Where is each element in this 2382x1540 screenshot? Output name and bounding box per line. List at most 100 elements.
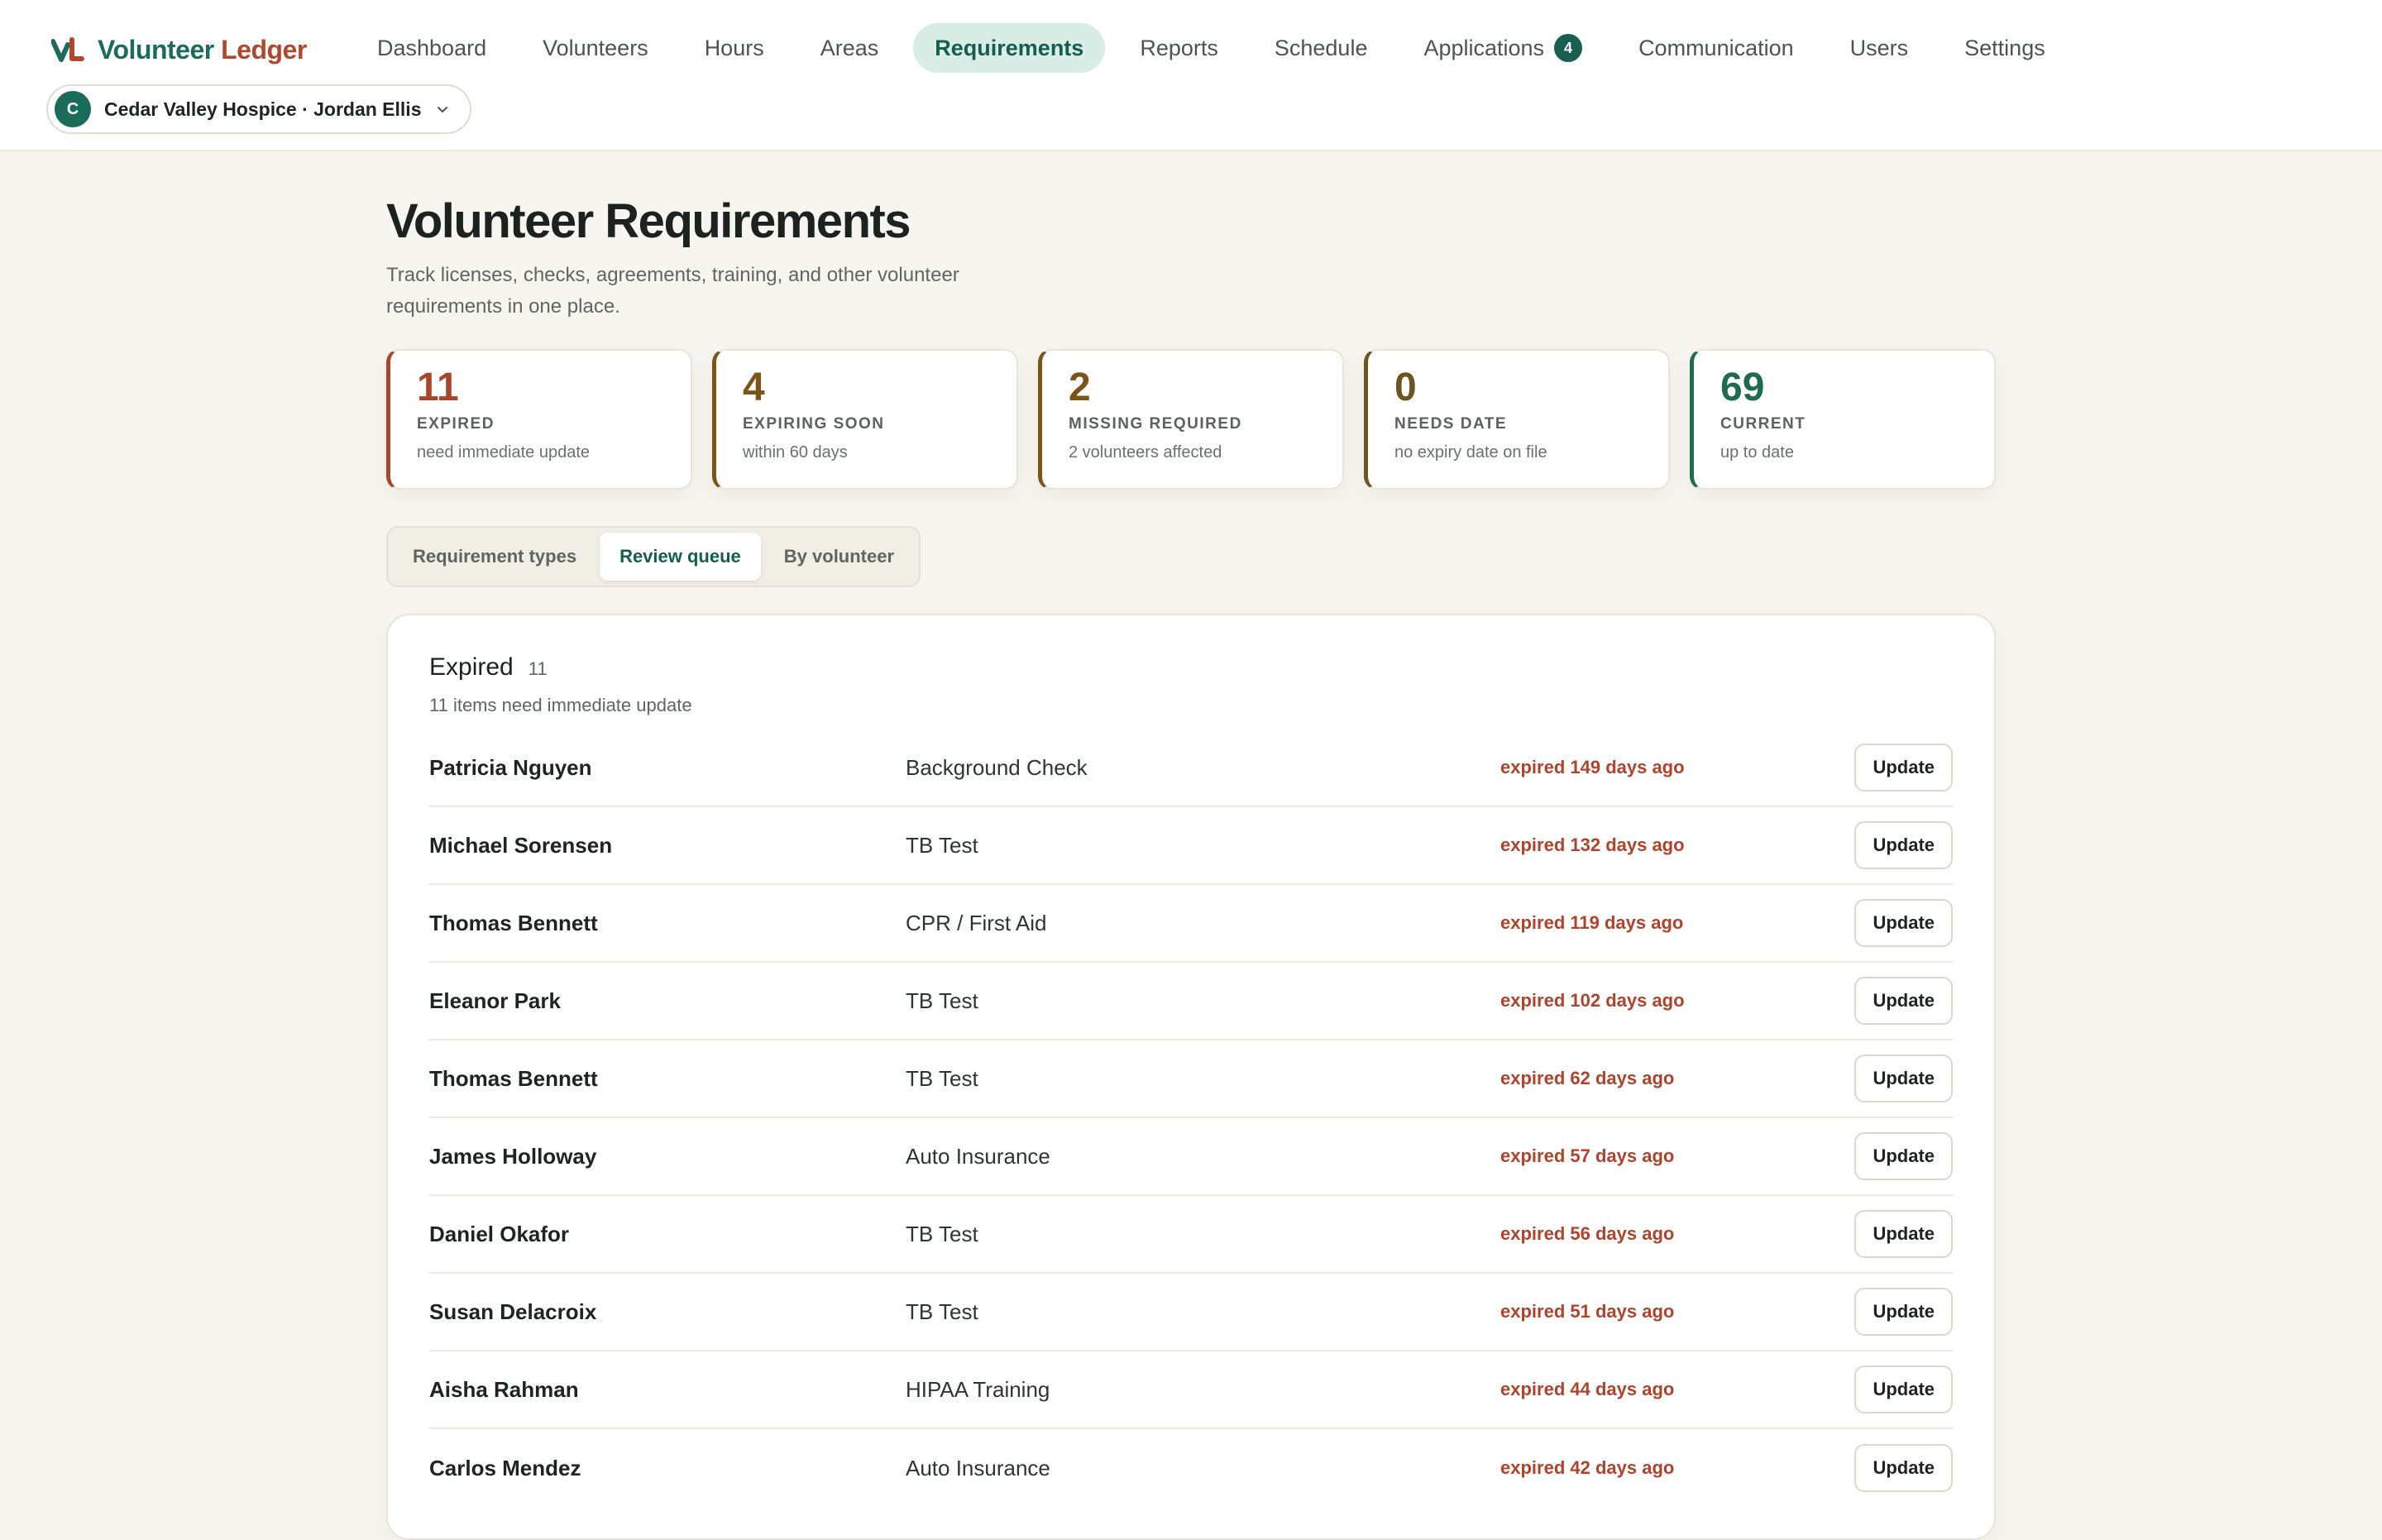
volunteer-name[interactable]: Thomas Bennett [429,1066,598,1092]
brand-name-part2: Ledger [221,34,307,65]
update-button[interactable]: Update [1854,1288,1953,1336]
update-button[interactable]: Update [1854,1132,1953,1180]
nav-item-label: Applications [1423,35,1545,60]
summary-stats: 11 EXPIRED need immediate update 4 EXPIRING … [386,349,1996,490]
expiry-status: expired 56 days ago [1500,1223,1675,1244]
update-button[interactable]: Update [1854,977,1953,1025]
table-row: Thomas Bennett TB Test expired 62 days ago… [429,1040,1953,1118]
requirement-name: Background Check [906,754,1088,780]
stat-description: 2 volunteers affected [1069,443,1222,462]
requirement-list: Patricia Nguyen Background Check expired 1… [429,729,1953,1507]
table-row: Carlos Mendez Auto Insurance expired 42 da… [429,1429,1953,1507]
expiry-status: expired 51 days ago [1500,1301,1675,1322]
requirement-name: HIPAA Training [906,1376,1050,1402]
stat-description: within 60 days [743,443,848,462]
volunteer-name[interactable]: Susan Delacroix [429,1299,596,1325]
stat-card-expiring-soon[interactable]: 4 EXPIRING SOON within 60 days [712,349,1018,490]
top-bar: Volunteer Ledger Dashboard Volunteers Hour… [0,0,2382,151]
table-row: Thomas Bennett CPR / First Aid expired 119… [429,885,1953,963]
requirement-name: Auto Insurance [906,1455,1050,1480]
nav-item-label: Reports [1140,35,1218,60]
requirement-name: TB Test [906,988,978,1013]
volunteer-ledger-logo-icon [51,37,84,62]
expiry-status: expired 44 days ago [1500,1379,1675,1399]
expiry-status: expired 57 days ago [1500,1145,1675,1166]
nav-item-requirements[interactable]: Requirements [913,23,1106,73]
stat-card-expired[interactable]: 11 EXPIRED need immediate update [386,349,692,490]
stat-value: 11 [417,366,459,409]
nav-item-applications[interactable]: Applications 4 [1402,23,1604,73]
requirement-name: TB Test [906,1221,978,1246]
volunteer-name[interactable]: Aisha Rahman [429,1377,579,1403]
org-switcher[interactable]: C Cedar Valley Hospice · Jordan Ellis [46,84,471,134]
expiry-status: expired 119 days ago [1500,912,1684,933]
expiry-status: expired 149 days ago [1500,757,1685,777]
stat-value: 4 [743,366,765,409]
stat-label: NEEDS DATE [1394,415,1508,433]
nav-item-hours[interactable]: Hours [683,23,786,73]
stat-label: MISSING REQUIRED [1069,415,1242,433]
requirement-name: CPR / First Aid [906,910,1047,935]
expiry-status: expired 62 days ago [1500,1068,1675,1088]
chevron-down-icon [437,107,447,112]
update-button[interactable]: Update [1854,744,1953,792]
nav-item-dashboard[interactable]: Dashboard [356,23,508,73]
table-row: Aisha Rahman HIPAA Training expired 44 day… [429,1351,1953,1429]
update-button[interactable]: Update [1854,1365,1953,1413]
volunteer-name[interactable]: Daniel Okafor [429,1222,569,1247]
update-button[interactable]: Update [1854,821,1953,869]
stat-card-needs-date[interactable]: 0 NEEDS DATE no expiry date on file [1364,349,1670,490]
main-content: Volunteer Requirements Track licenses, c… [386,192,1996,1540]
panel-subtitle: 11 items need immediate update [429,695,692,715]
nav-item-label: Volunteers [543,35,648,60]
volunteer-name[interactable]: Michael Sorensen [429,833,612,858]
requirement-name: TB Test [906,1065,978,1091]
main-nav: Dashboard Volunteers Hours Areas Requirement… [356,23,2067,73]
table-row: Eleanor Park TB Test expired 102 days ago U… [429,963,1953,1040]
update-button[interactable]: Update [1854,899,1953,947]
volunteer-name[interactable]: Patricia Nguyen [429,755,592,781]
volunteer-name[interactable]: Thomas Bennett [429,911,598,936]
expiry-status: expired 42 days ago [1500,1457,1675,1478]
tab-requirement-types[interactable]: Requirement types [393,533,596,581]
nav-item-areas[interactable]: Areas [799,23,901,73]
tab-review-queue[interactable]: Review queue [600,533,761,581]
nav-item-label: Dashboard [377,35,487,60]
volunteer-name[interactable]: Eleanor Park [429,988,561,1014]
nav-item-settings[interactable]: Settings [1943,23,2067,73]
stat-card-current[interactable]: 69 CURRENT up to date [1690,349,1996,490]
nav-item-volunteers[interactable]: Volunteers [521,23,670,73]
brand-logo[interactable]: Volunteer Ledger [51,31,307,68]
nav-item-label: Requirements [935,35,1084,60]
stat-label: EXPIRED [417,415,495,433]
stat-value: 2 [1069,366,1091,409]
update-button[interactable]: Update [1854,1055,1953,1102]
tab-by-volunteer[interactable]: By volunteer [764,533,914,581]
requirement-name: Auto Insurance [906,1143,1050,1169]
stat-description: need immediate update [417,443,591,462]
nav-item-label: Hours [704,35,764,60]
nav-item-schedule[interactable]: Schedule [1253,23,1390,73]
volunteer-name[interactable]: Carlos Mendez [429,1456,581,1481]
nav-item-users[interactable]: Users [1829,23,1930,73]
table-row: Daniel Okafor TB Test expired 56 days ago U… [429,1196,1953,1274]
expiry-status: expired 102 days ago [1500,990,1685,1011]
nav-item-label: Areas [820,35,879,60]
org-label: Cedar Valley Hospice · Jordan Ellis [104,98,422,120]
table-row: James Holloway Auto Insurance expired 57 d… [429,1118,1953,1196]
update-button[interactable]: Update [1854,1444,1953,1492]
expiry-status: expired 132 days ago [1500,835,1685,855]
page-title: Volunteer Requirements [386,194,911,248]
stat-card-missing-required[interactable]: 2 MISSING REQUIRED 2 volunteers affected [1038,349,1344,490]
volunteer-name[interactable]: James Holloway [429,1144,596,1169]
applications-count-badge: 4 [1554,34,1583,62]
expired-panel: Expired 11 11 items need immediate updat… [386,614,1996,1540]
nav-item-reports[interactable]: Reports [1118,23,1240,73]
nav-item-label: Communication [1638,35,1794,60]
update-button[interactable]: Update [1854,1210,1953,1258]
nav-item-label: Users [1849,35,1909,60]
nav-item-communication[interactable]: Communication [1617,23,1815,73]
stat-description: no expiry date on file [1394,443,1547,462]
stat-description: up to date [1720,443,1794,462]
brand-name-part1: Volunteer [98,34,214,65]
